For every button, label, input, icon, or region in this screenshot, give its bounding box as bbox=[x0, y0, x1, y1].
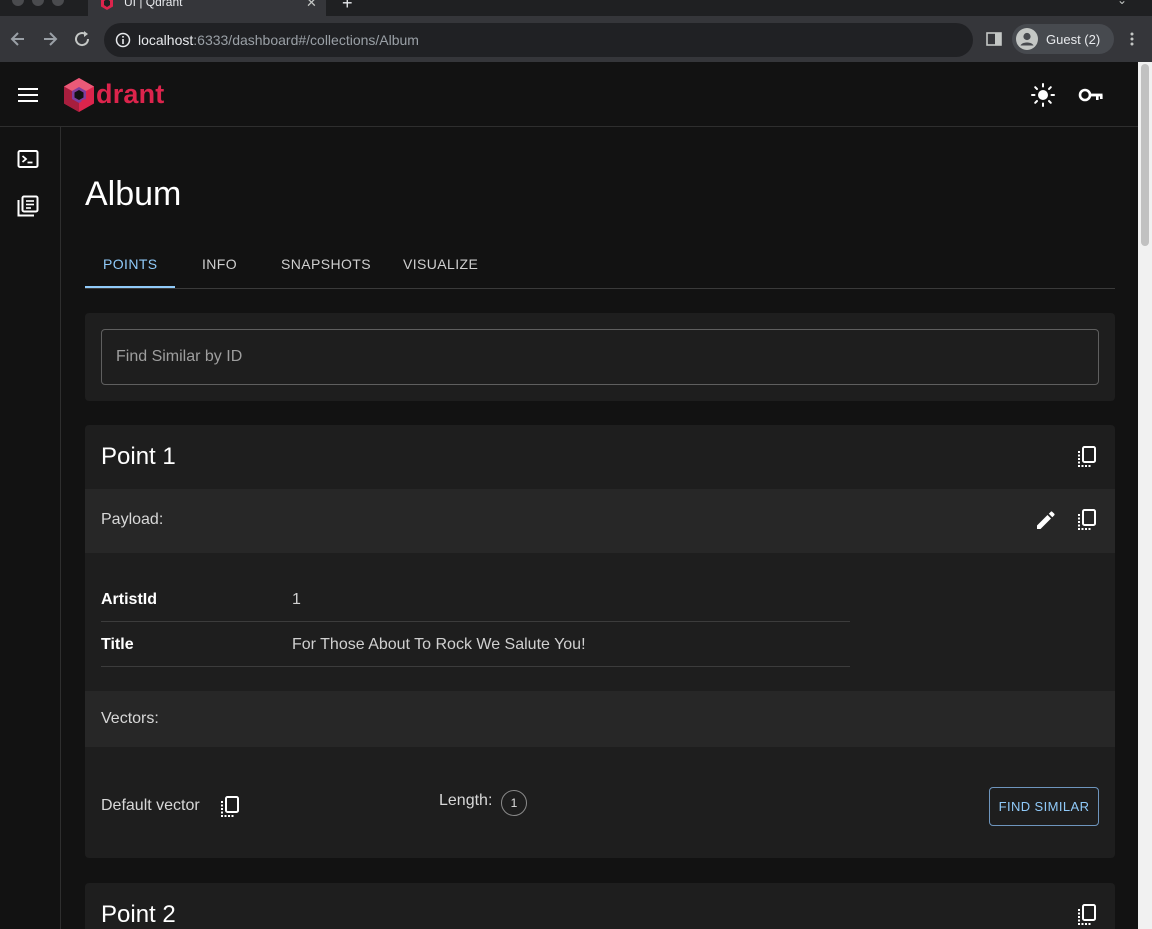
payload-value: For Those About To Rock We Salute You! bbox=[292, 636, 586, 653]
address-url: localhost:6333/dashboard#/collections/Al… bbox=[138, 32, 419, 48]
logo-text: drant bbox=[96, 79, 165, 109]
page-scrollbar[interactable] bbox=[1138, 62, 1152, 929]
copy-icon[interactable] bbox=[1077, 509, 1097, 531]
window-close-dot[interactable] bbox=[12, 0, 24, 6]
payload-header: Payload: bbox=[85, 489, 1115, 553]
payload-key: ArtistId bbox=[101, 591, 157, 608]
window-minimize-dot[interactable] bbox=[32, 0, 44, 6]
find-similar-input[interactable] bbox=[101, 329, 1099, 385]
tab-visualize[interactable]: VISUALIZE bbox=[403, 256, 478, 272]
active-tab-indicator bbox=[85, 286, 175, 288]
point-title: Point 1 bbox=[101, 443, 176, 470]
vectors-label: Vectors: bbox=[101, 710, 159, 727]
chevron-down-icon[interactable]: ⌄ bbox=[1117, 0, 1127, 7]
main-content: Album POINTS INFO SNAPSHOTS VISUALIZE Po… bbox=[61, 127, 1138, 929]
payload-row: Title For Those About To Rock We Salute … bbox=[101, 622, 850, 667]
collections-icon[interactable] bbox=[17, 195, 39, 217]
scrollbar-thumb[interactable] bbox=[1141, 64, 1149, 246]
payload-row: ArtistId 1 bbox=[101, 577, 850, 622]
payload-key: Title bbox=[101, 636, 134, 653]
payload-value: 1 bbox=[292, 591, 301, 608]
profile-button[interactable]: Guest (2) bbox=[1012, 24, 1114, 54]
sidebar bbox=[0, 127, 61, 929]
browser-tabstrip: UI | Qdrant ✕ + ⌄ bbox=[0, 0, 1152, 16]
avatar-icon bbox=[1016, 28, 1038, 50]
copy-icon[interactable] bbox=[1077, 446, 1097, 468]
url-path: :6333/dashboard#/collections/Album bbox=[193, 32, 419, 48]
browser-toolbar: localhost:6333/dashboard#/collections/Al… bbox=[0, 16, 1152, 62]
forward-arrow-icon[interactable] bbox=[40, 29, 60, 49]
point-title: Point 2 bbox=[101, 901, 176, 928]
vector-length-chip: 1 bbox=[501, 790, 527, 816]
close-icon[interactable]: ✕ bbox=[306, 0, 317, 11]
collection-tabs: POINTS INFO SNAPSHOTS VISUALIZE bbox=[85, 241, 1115, 289]
key-icon[interactable] bbox=[1078, 84, 1104, 106]
page-title: Album bbox=[85, 175, 182, 213]
point-card: Point 2 bbox=[85, 883, 1115, 929]
side-panel-icon[interactable] bbox=[986, 32, 1002, 46]
browser-tab[interactable]: UI | Qdrant ✕ bbox=[88, 0, 326, 16]
reload-icon[interactable] bbox=[72, 29, 92, 49]
info-icon[interactable] bbox=[115, 32, 131, 48]
copy-icon[interactable] bbox=[220, 796, 240, 818]
more-menu-icon[interactable] bbox=[1124, 31, 1140, 47]
console-icon[interactable] bbox=[17, 148, 39, 170]
profile-label: Guest (2) bbox=[1046, 32, 1101, 47]
tab-info[interactable]: INFO bbox=[202, 256, 237, 272]
vectors-header: Vectors: bbox=[85, 691, 1115, 747]
copy-icon[interactable] bbox=[1077, 904, 1097, 926]
qdrant-logo-icon bbox=[64, 78, 94, 112]
vector-name: Default vector bbox=[101, 797, 200, 814]
app-bar: drant bbox=[0, 62, 1138, 127]
qdrant-favicon-icon bbox=[101, 0, 113, 10]
url-host: localhost bbox=[138, 32, 194, 48]
address-bar[interactable]: localhost:6333/dashboard#/collections/Al… bbox=[104, 23, 973, 57]
menu-icon[interactable] bbox=[18, 87, 38, 103]
window-maximize-dot[interactable] bbox=[52, 0, 64, 6]
vector-length-label: Length: bbox=[439, 792, 493, 809]
find-similar-button[interactable]: FIND SIMILAR bbox=[989, 787, 1099, 826]
tab-snapshots[interactable]: SNAPSHOTS bbox=[281, 256, 371, 272]
back-arrow-icon[interactable] bbox=[8, 29, 28, 49]
search-card bbox=[85, 313, 1115, 401]
qdrant-logo[interactable]: drant bbox=[63, 77, 173, 113]
point-header: Point 2 bbox=[85, 883, 1115, 929]
point-header: Point 1 bbox=[85, 425, 1115, 489]
edit-pencil-icon[interactable] bbox=[1035, 509, 1057, 531]
tab-points[interactable]: POINTS bbox=[103, 256, 158, 272]
browser-tab-title: UI | Qdrant bbox=[124, 0, 183, 9]
sun-icon[interactable] bbox=[1031, 83, 1055, 107]
point-card: Point 1 Payload: ArtistId 1 Title For Th… bbox=[85, 425, 1115, 858]
new-tab-icon[interactable]: + bbox=[342, 0, 353, 14]
payload-label: Payload: bbox=[101, 511, 164, 528]
